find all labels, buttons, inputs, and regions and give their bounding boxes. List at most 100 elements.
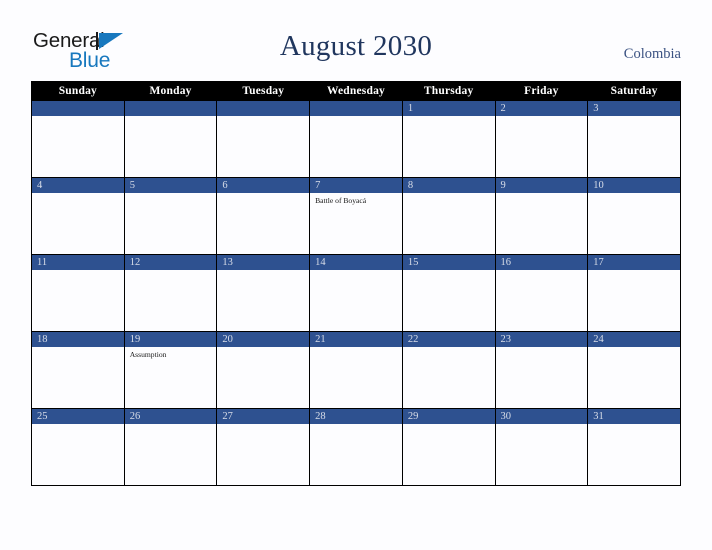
calendar-day-cell[interactable]: 22: [401, 331, 496, 409]
calendar-day-cell[interactable]: 7 Battle of Boyacá: [309, 177, 403, 255]
day-events[interactable]: [588, 193, 680, 253]
day-events[interactable]: [310, 424, 402, 484]
day-events[interactable]: [217, 116, 309, 176]
day-events[interactable]: [32, 347, 124, 407]
day-number: [124, 101, 217, 116]
day-events[interactable]: [588, 270, 680, 330]
day-events[interactable]: [217, 193, 309, 253]
day-events[interactable]: [32, 424, 124, 484]
calendar-day-cell[interactable]: 1: [401, 100, 496, 178]
day-number: [217, 101, 310, 116]
day-number: 7: [310, 178, 402, 193]
calendar-weekday-header: Sunday Monday Tuesday Wednesday Thursday…: [31, 81, 681, 101]
day-events[interactable]: [125, 193, 217, 253]
day-number: 21: [310, 332, 402, 347]
calendar-day-cell[interactable]: 31: [587, 408, 681, 486]
calendar-day-cell[interactable]: 18: [31, 331, 125, 409]
calendar-day-cell[interactable]: 2: [494, 100, 589, 178]
calendar-day-cell[interactable]: [309, 100, 403, 178]
calendar-day-cell[interactable]: 30: [494, 408, 589, 486]
day-events[interactable]: [217, 424, 309, 484]
day-number: 30: [495, 409, 588, 424]
weekday-header-saturday: Saturday: [587, 81, 681, 101]
calendar-day-cell[interactable]: 20: [216, 331, 311, 409]
day-events[interactable]: [496, 116, 588, 176]
day-number: 19: [124, 332, 217, 347]
calendar-day-cell[interactable]: 10: [587, 177, 681, 255]
day-events[interactable]: [403, 116, 495, 176]
calendar-day-cell[interactable]: 5: [123, 177, 218, 255]
day-events[interactable]: Assumption: [125, 347, 217, 407]
day-events[interactable]: [32, 116, 124, 176]
weekday-header-thursday: Thursday: [401, 81, 496, 101]
calendar-day-cell[interactable]: 14: [309, 254, 403, 332]
day-events[interactable]: [403, 347, 495, 407]
calendar-day-cell[interactable]: 27: [216, 408, 311, 486]
day-events[interactable]: [125, 270, 217, 330]
day-events[interactable]: [32, 270, 124, 330]
day-number: 17: [588, 255, 680, 270]
calendar-day-cell[interactable]: 15: [401, 254, 496, 332]
day-events[interactable]: [310, 116, 402, 176]
day-number: 2: [495, 101, 588, 116]
day-events[interactable]: [125, 116, 217, 176]
calendar-day-cell[interactable]: 9: [494, 177, 589, 255]
day-number: 22: [402, 332, 495, 347]
weekday-header-wednesday: Wednesday: [309, 81, 403, 101]
day-number: 10: [588, 178, 680, 193]
calendar-day-cell[interactable]: 4: [31, 177, 125, 255]
day-number: 3: [588, 101, 680, 116]
calendar-day-cell[interactable]: [31, 100, 125, 178]
day-events[interactable]: [403, 424, 495, 484]
country-label: Colombia: [623, 46, 681, 62]
day-events[interactable]: [217, 347, 309, 407]
calendar-day-cell[interactable]: [123, 100, 218, 178]
weekday-header-sunday: Sunday: [31, 81, 125, 101]
day-events[interactable]: [496, 193, 588, 253]
calendar-day-cell[interactable]: 25: [31, 408, 125, 486]
day-events[interactable]: [217, 270, 309, 330]
day-events[interactable]: [588, 116, 680, 176]
calendar-day-cell[interactable]: 24: [587, 331, 681, 409]
calendar-day-cell[interactable]: 28: [309, 408, 403, 486]
day-events[interactable]: [496, 270, 588, 330]
calendar-day-cell[interactable]: 6: [216, 177, 311, 255]
calendar-day-cell[interactable]: 26: [123, 408, 218, 486]
calendar-day-cell[interactable]: 17: [587, 254, 681, 332]
calendar-day-cell[interactable]: 3: [587, 100, 681, 178]
calendar-grid: Sunday Monday Tuesday Wednesday Thursday…: [31, 81, 681, 486]
calendar-day-cell[interactable]: 8: [401, 177, 496, 255]
day-number: 18: [32, 332, 124, 347]
day-number: 23: [495, 332, 588, 347]
calendar-day-cell[interactable]: 23: [494, 331, 589, 409]
day-events[interactable]: Battle of Boyacá: [310, 193, 402, 253]
day-events[interactable]: [496, 347, 588, 407]
weekday-header-monday: Monday: [123, 81, 218, 101]
day-number: 9: [495, 178, 588, 193]
calendar-day-cell[interactable]: 11: [31, 254, 125, 332]
calendar-day-cell[interactable]: 13: [216, 254, 311, 332]
day-events[interactable]: [310, 270, 402, 330]
day-number: 4: [32, 178, 124, 193]
day-events[interactable]: [588, 347, 680, 407]
day-events[interactable]: [403, 270, 495, 330]
calendar-day-cell[interactable]: 19 Assumption: [123, 331, 218, 409]
calendar-day-cell[interactable]: 16: [494, 254, 589, 332]
calendar-day-cell[interactable]: 12: [123, 254, 218, 332]
weekday-header-friday: Friday: [494, 81, 589, 101]
day-events[interactable]: [403, 193, 495, 253]
calendar-day-cell[interactable]: 21: [309, 331, 403, 409]
day-events[interactable]: [310, 347, 402, 407]
day-events[interactable]: [496, 424, 588, 484]
day-events[interactable]: [125, 424, 217, 484]
calendar-day-cell[interactable]: 29: [401, 408, 496, 486]
day-events[interactable]: [588, 424, 680, 484]
day-events[interactable]: [32, 193, 124, 253]
event-label: Battle of Boyacá: [315, 196, 367, 205]
day-number: [310, 101, 402, 116]
weekday-header-tuesday: Tuesday: [216, 81, 311, 101]
day-number: 20: [217, 332, 310, 347]
calendar-day-cell[interactable]: [216, 100, 311, 178]
day-number: 26: [124, 409, 217, 424]
day-number: 6: [217, 178, 310, 193]
